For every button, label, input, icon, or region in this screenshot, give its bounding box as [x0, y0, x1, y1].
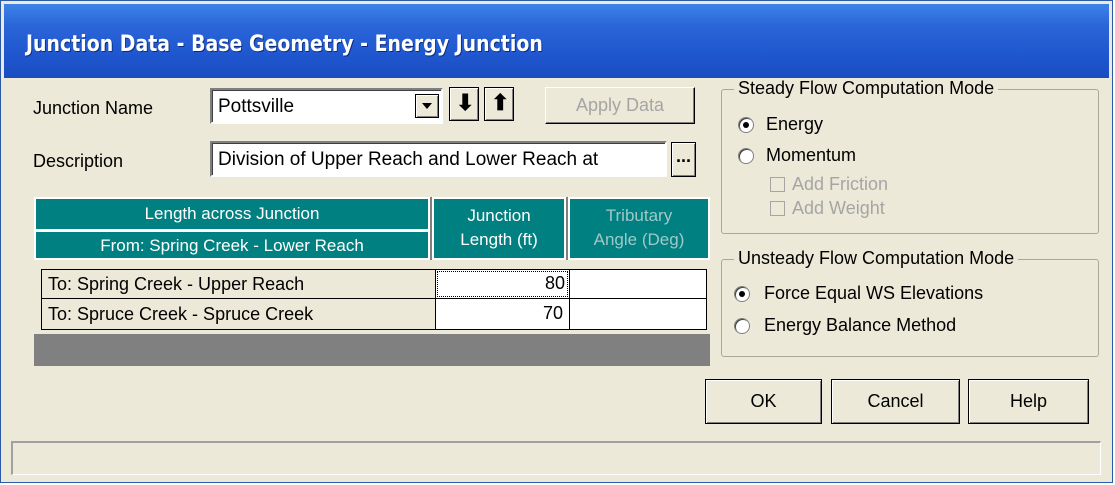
grid-row-2-angle[interactable]	[569, 298, 707, 330]
description-more-button[interactable]: ...	[671, 142, 696, 177]
cancel-button[interactable]: Cancel	[831, 379, 960, 424]
grid-row-2-length[interactable]: 70	[435, 298, 570, 330]
title-bar: Junction Data - Base Geometry - Energy J…	[4, 4, 1109, 78]
energy-balance-radio[interactable]	[734, 318, 750, 334]
grid-header-length-across: Length across Junction	[34, 197, 430, 231]
energy-radio-label: Energy	[766, 114, 824, 134]
status-bar	[11, 441, 1101, 475]
grid-header-from: From: Spring Creek - Lower Reach	[34, 230, 430, 260]
grid-row-1-to: To: Spring Creek - Upper Reach	[41, 269, 436, 299]
junction-name-value: Pottsville	[218, 96, 295, 117]
add-weight-checkbox[interactable]	[770, 201, 785, 216]
grid-header-tributary-angle-line2: Angle (Deg)	[593, 230, 685, 249]
chevron-down-icon	[422, 103, 432, 109]
grid-header-junction-length: Junction Length (ft)	[432, 197, 566, 260]
energy-balance-label: Energy Balance Method	[764, 315, 957, 335]
ok-button[interactable]: OK	[705, 379, 822, 424]
force-equal-label: Force Equal WS Elevations	[764, 283, 984, 303]
force-equal-radio[interactable]	[734, 286, 750, 302]
grid-row-1-length[interactable]: 80	[435, 269, 570, 299]
apply-data-button[interactable]: Apply Data	[545, 87, 695, 124]
steady-flow-group: Steady Flow Computation Mode Energy Mome…	[721, 78, 1099, 234]
momentum-radio[interactable]	[738, 148, 754, 164]
grid-row-1-angle[interactable]	[569, 269, 707, 299]
next-junction-button[interactable]: ⬇	[449, 87, 479, 121]
description-field[interactable]: Division of Upper Reach and Lower Reach …	[210, 141, 667, 177]
junction-data-window: Junction Data - Base Geometry - Energy J…	[0, 0, 1113, 483]
description-label: Description	[33, 151, 124, 171]
help-button[interactable]: Help	[968, 379, 1089, 424]
add-friction-label: Add Friction	[792, 174, 889, 194]
steady-flow-title: Steady Flow Computation Mode	[734, 78, 999, 99]
dropdown-arrow-button[interactable]	[415, 94, 439, 118]
junction-name-dropdown[interactable]: Pottsville	[210, 88, 443, 124]
arrow-down-icon: ⬇	[456, 90, 475, 115]
grid-header-junction-length-line2: Length (ft)	[460, 230, 538, 249]
description-value: Division of Upper Reach and Lower Reach …	[218, 149, 599, 170]
grid-header-tributary-angle: Tributary Angle (Deg)	[568, 197, 710, 260]
add-weight-label: Add Weight	[792, 198, 885, 218]
momentum-radio-label: Momentum	[766, 145, 857, 165]
energy-radio[interactable]	[738, 117, 754, 133]
grid-row-2-to: To: Spruce Creek - Spruce Creek	[41, 298, 436, 330]
arrow-up-icon: ⬆	[491, 90, 510, 115]
junction-name-label: Junction Name	[33, 98, 154, 118]
window-title: Junction Data - Base Geometry - Energy J…	[26, 32, 543, 57]
grid-header-junction-length-line1: Junction	[467, 206, 531, 225]
unsteady-flow-group: Unsteady Flow Computation Mode Force Equ…	[721, 248, 1099, 357]
previous-junction-button[interactable]: ⬆	[484, 87, 514, 121]
grid-header-tributary-angle-line1: Tributary	[605, 206, 673, 225]
unsteady-flow-title: Unsteady Flow Computation Mode	[734, 248, 1019, 269]
add-friction-checkbox[interactable]	[770, 177, 785, 192]
